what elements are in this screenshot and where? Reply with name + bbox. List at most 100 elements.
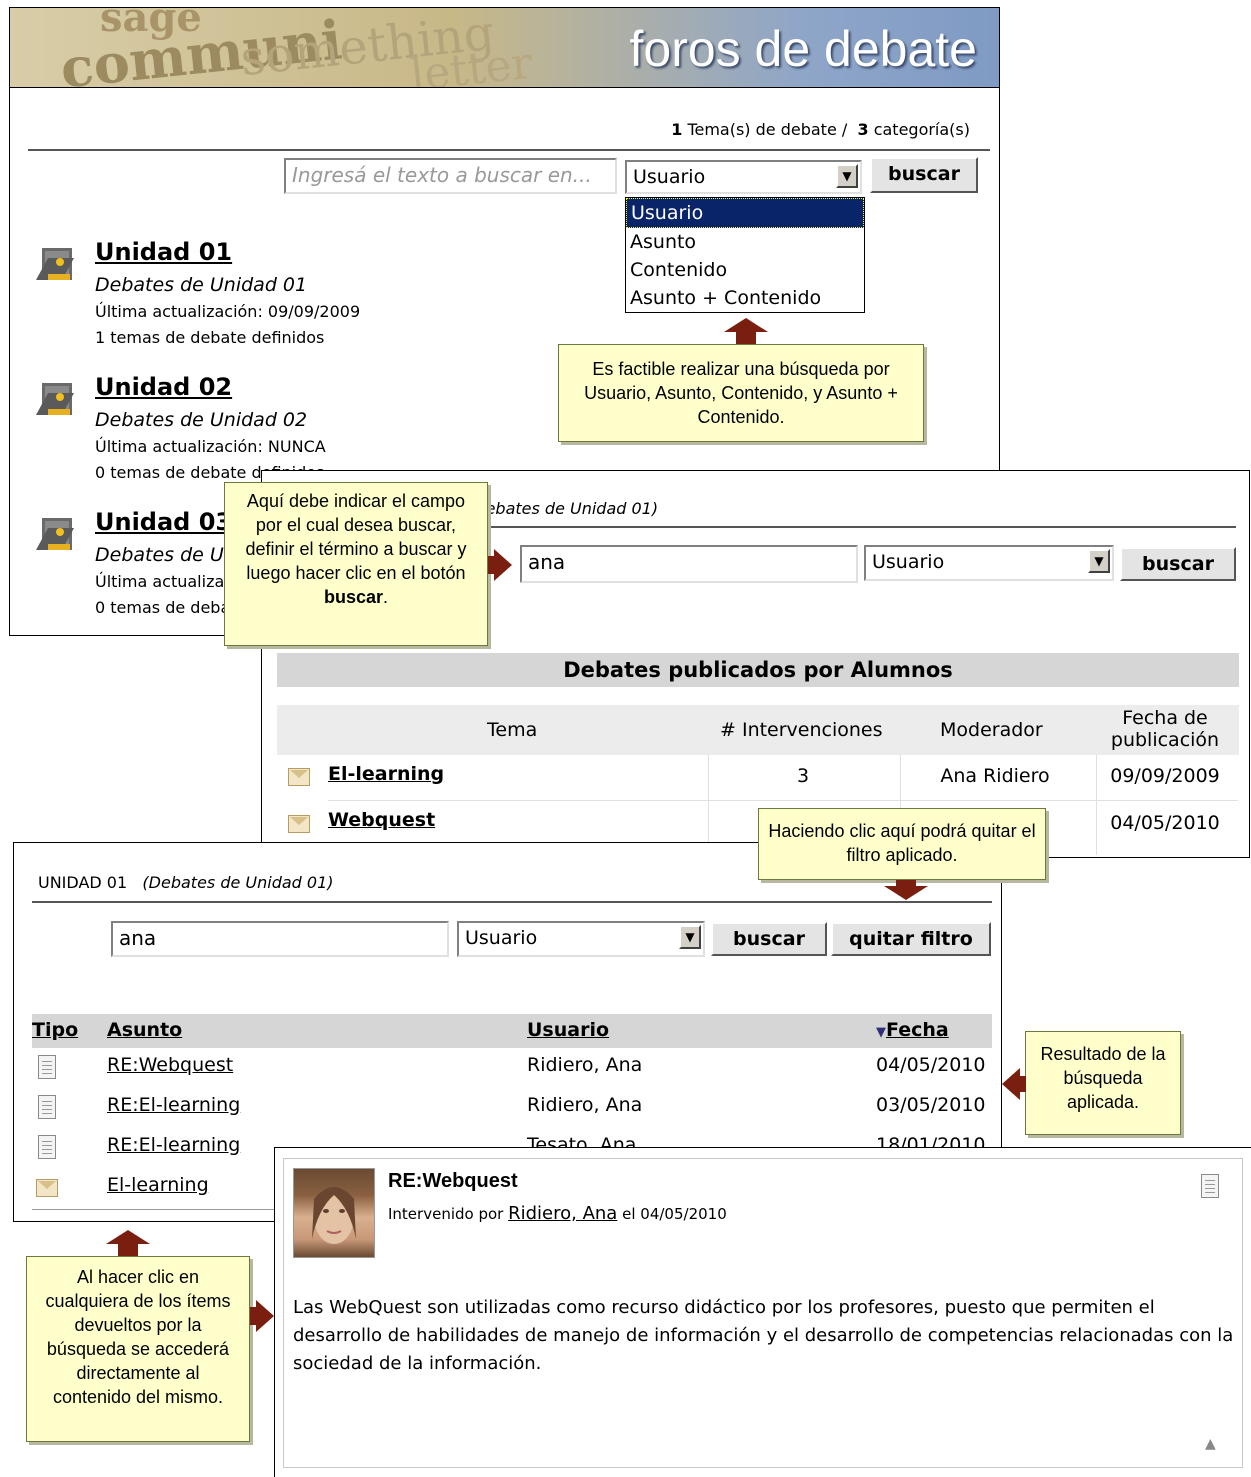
col-fecha-label: Fecha bbox=[886, 1019, 949, 1041]
page-title: foros de debate bbox=[629, 21, 978, 77]
forum-subtitle: Debates de Unidad 02 bbox=[95, 409, 308, 431]
callout-arrow-right bbox=[494, 549, 512, 581]
search-field-select[interactable]: Usuario ▼ bbox=[864, 545, 1114, 581]
category-label: categoría(s) bbox=[873, 120, 970, 139]
clear-filter-button[interactable]: quitar filtro bbox=[831, 922, 991, 956]
folder-icon bbox=[34, 375, 80, 421]
search-button[interactable]: buscar bbox=[1120, 547, 1236, 581]
callout-text-end: . bbox=[383, 587, 389, 607]
col-divider bbox=[1096, 755, 1097, 855]
option-usuario[interactable]: Usuario bbox=[626, 198, 864, 228]
envelope-icon bbox=[36, 1179, 58, 1197]
forum-subtitle: Debates de Unidad 01 bbox=[95, 274, 308, 296]
callout-text: Aquí debe indicar el campo por el cual d… bbox=[245, 491, 467, 583]
callout-arrow-up bbox=[106, 1230, 150, 1244]
topic-label: Tema(s) de debate / bbox=[687, 120, 848, 139]
forum-title[interactable]: Unidad 02 bbox=[95, 373, 232, 401]
document-icon bbox=[38, 1095, 56, 1119]
folder-icon bbox=[34, 510, 80, 556]
callout-arrow-up bbox=[724, 318, 768, 332]
search-input[interactable]: Ingresá el texto a buscar en... bbox=[284, 158, 617, 194]
breadcrumb: UNIDAD 01 (Debates de Unidad 01) bbox=[38, 873, 334, 892]
search-button[interactable]: buscar bbox=[711, 922, 827, 956]
search-field-select[interactable]: Usuario ▼ bbox=[457, 921, 705, 957]
result-subject-link[interactable]: RE:El-learning bbox=[107, 1094, 240, 1116]
chevron-down-icon[interactable]: ▼ bbox=[836, 164, 858, 188]
forum-title[interactable]: Unidad 01 bbox=[95, 238, 232, 266]
breadcrumb-desc: (Debates de Unidad 01) bbox=[467, 499, 659, 518]
envelope-icon bbox=[288, 768, 310, 786]
chevron-down-icon[interactable]: ▼ bbox=[1088, 549, 1110, 573]
select-dropdown: Usuario Asunto Contenido Asunto + Conten… bbox=[625, 197, 865, 313]
select-value: Usuario bbox=[633, 166, 706, 188]
col-moderador: Moderador bbox=[940, 719, 1043, 741]
publish-date: 04/05/2010 bbox=[1110, 812, 1220, 834]
option-asunto[interactable]: Asunto bbox=[626, 228, 864, 256]
avatar bbox=[293, 1168, 375, 1258]
document-icon bbox=[38, 1055, 56, 1079]
category-count: 3 bbox=[857, 120, 869, 139]
select-value: Usuario bbox=[872, 551, 945, 573]
callout-arrow-right bbox=[256, 1300, 274, 1332]
search-field-select[interactable]: Usuario ▼ bbox=[625, 160, 862, 194]
result-date: 03/05/2010 bbox=[876, 1094, 986, 1116]
search-input[interactable]: ana bbox=[520, 545, 858, 583]
message-panel: RE:Webquest Intervenido por Ridiero, Ana… bbox=[274, 1147, 1251, 1477]
topic-link[interactable]: El-learning bbox=[328, 763, 444, 785]
document-icon bbox=[38, 1135, 56, 1159]
result-subject-link[interactable]: RE:Webquest bbox=[107, 1054, 233, 1076]
col-asunto[interactable]: Asunto bbox=[107, 1019, 182, 1041]
col-usuario[interactable]: Usuario bbox=[527, 1019, 609, 1041]
avatar-face bbox=[312, 1187, 356, 1244]
col-tema: Tema bbox=[487, 719, 538, 741]
col-tipo[interactable]: Tipo bbox=[32, 1019, 78, 1041]
author-link[interactable]: Ridiero, Ana bbox=[508, 1203, 617, 1224]
message-body: Las WebQuest son utilizadas como recurso… bbox=[293, 1297, 1234, 1374]
col-intervenciones: # Intervenciones bbox=[720, 719, 883, 741]
document-icon[interactable] bbox=[1201, 1174, 1219, 1198]
message-meta: Intervenido por Ridiero, Ana el 04/05/20… bbox=[388, 1203, 727, 1224]
result-subject-link[interactable]: RE:El-learning bbox=[107, 1134, 240, 1156]
result-date: 04/05/2010 bbox=[876, 1054, 986, 1076]
search-placeholder: Ingresá el texto a buscar en... bbox=[292, 163, 592, 187]
divider bbox=[32, 901, 992, 903]
forum-title[interactable]: Unidad 03 bbox=[95, 508, 232, 536]
publish-date: 09/09/2009 bbox=[1110, 765, 1220, 787]
option-contenido[interactable]: Contenido bbox=[626, 256, 864, 284]
callout-result: Resultado de la búsqueda aplicada. bbox=[1025, 1031, 1181, 1135]
search-input[interactable]: ana bbox=[111, 921, 449, 957]
forum-stats: 1 Tema(s) de debate / 3 categoría(s) bbox=[650, 120, 970, 139]
row-divider bbox=[328, 800, 1238, 801]
select-value: Usuario bbox=[465, 927, 538, 949]
callout-search-types: Es factible realizar una búsqueda por Us… bbox=[558, 344, 924, 442]
col-divider bbox=[708, 755, 709, 855]
sort-desc-icon: ▼ bbox=[876, 1025, 886, 1040]
callout-arrow-down bbox=[884, 886, 928, 900]
result-subject-link[interactable]: El-learning bbox=[107, 1174, 209, 1196]
search-value: ana bbox=[119, 926, 157, 950]
topic-link[interactable]: Webquest bbox=[328, 809, 435, 831]
topic-count: 1 bbox=[671, 120, 683, 139]
result-user: Ridiero, Ana bbox=[527, 1054, 643, 1076]
section-title: Debates publicados por Alumnos bbox=[563, 658, 953, 682]
meta-date: el 04/05/2010 bbox=[622, 1205, 727, 1223]
col-fecha[interactable]: ▼Fecha bbox=[876, 1019, 949, 1041]
search-value: ana bbox=[528, 550, 566, 574]
scroll-top-icon[interactable]: ▲ bbox=[1205, 1436, 1216, 1452]
search-button[interactable]: buscar bbox=[870, 157, 978, 193]
chevron-down-icon[interactable]: ▼ bbox=[679, 925, 701, 949]
col-fecha: Fecha de publicación bbox=[1110, 707, 1220, 751]
callout-search-field: Aquí debe indicar el campo por el cual d… bbox=[224, 482, 488, 646]
callout-click-item: Al hacer clic en cualquiera de los ítems… bbox=[26, 1256, 250, 1442]
folder-icon bbox=[34, 240, 80, 286]
breadcrumb-unit: UNIDAD 01 bbox=[38, 873, 128, 892]
divider bbox=[472, 526, 1236, 528]
interventions-count: 3 bbox=[796, 765, 810, 787]
breadcrumb-desc: (Debates de Unidad 01) bbox=[142, 873, 334, 892]
callout-remove-filter: Haciendo clic aquí podrá quitar el filtr… bbox=[758, 808, 1046, 880]
divider bbox=[28, 149, 990, 151]
callout-arrow-stem bbox=[736, 330, 756, 344]
callout-bold: buscar bbox=[323, 587, 383, 607]
option-asunto-contenido[interactable]: Asunto + Contenido bbox=[626, 284, 864, 312]
message-subject: RE:Webquest bbox=[388, 1170, 518, 1192]
